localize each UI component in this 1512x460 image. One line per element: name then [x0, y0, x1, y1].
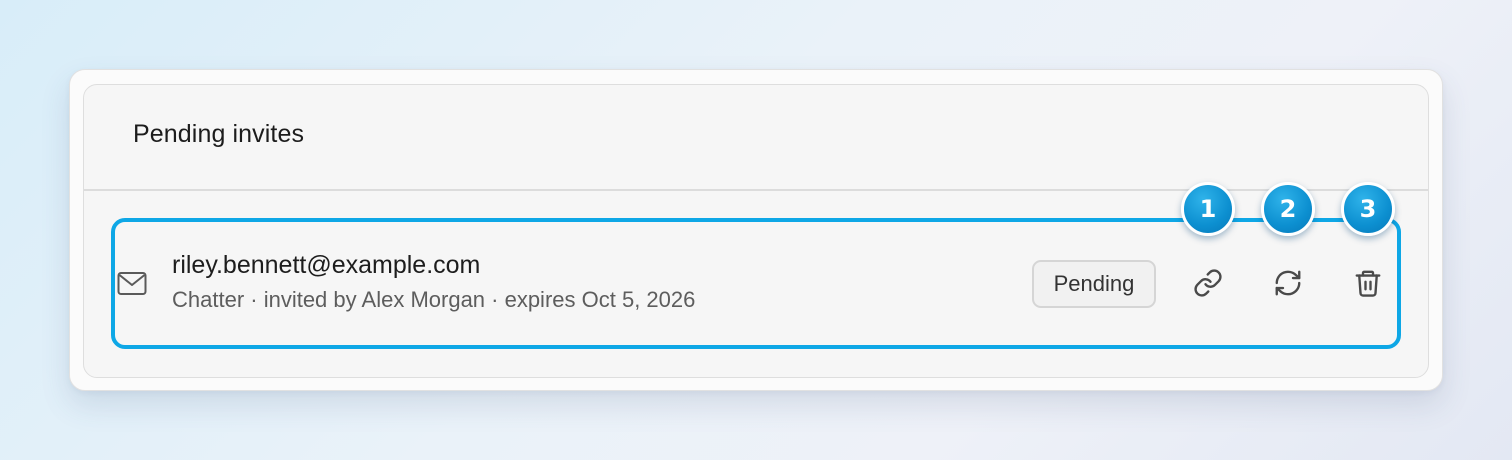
step-marker-2: 2 [1261, 182, 1315, 236]
delete-button[interactable] [1347, 264, 1389, 306]
invite-details: Chatter · invited by Alex Morgan · expir… [172, 287, 696, 312]
link-icon [1193, 268, 1223, 303]
panel-title: Pending invites [133, 120, 305, 148]
invite-email: riley.bennett@example.com [172, 251, 481, 279]
step-marker-3: 3 [1341, 182, 1395, 236]
mail-icon [117, 271, 147, 297]
resend-button[interactable] [1267, 264, 1309, 306]
step-marker-1: 1 [1181, 182, 1235, 236]
status-badge: Pending [1032, 260, 1156, 308]
refresh-icon [1273, 268, 1303, 303]
copy-link-button[interactable] [1187, 264, 1229, 306]
trash-icon [1353, 268, 1383, 303]
